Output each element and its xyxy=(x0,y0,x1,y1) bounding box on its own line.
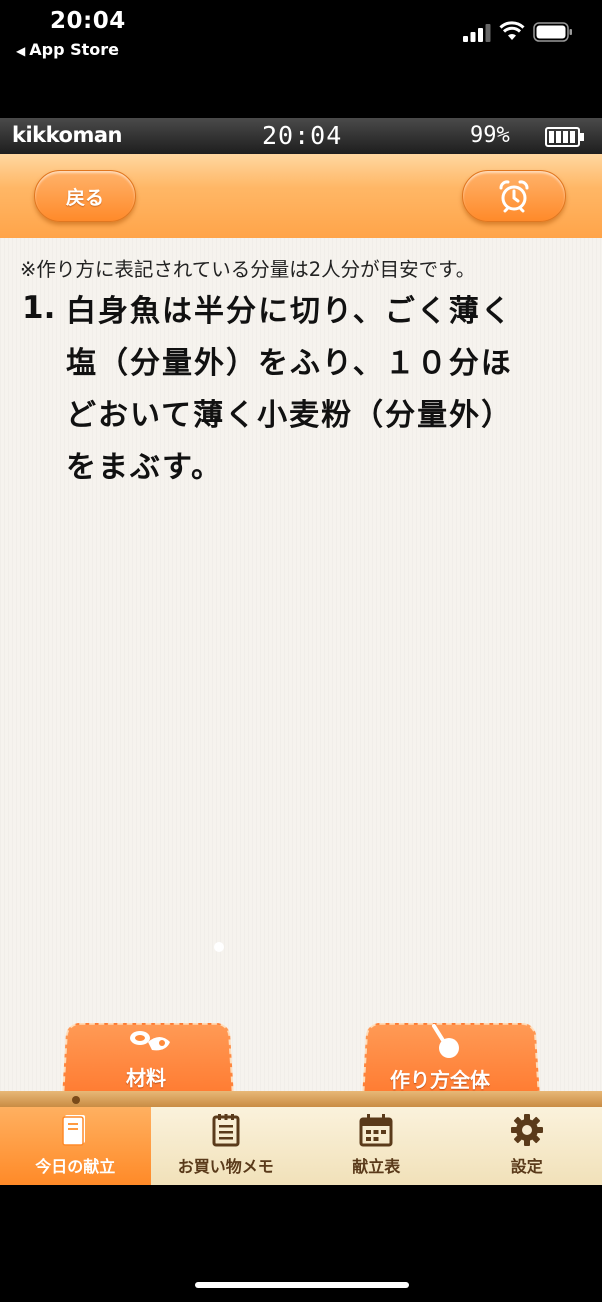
step-line: 白身魚は半分に切り、ごく薄く xyxy=(66,294,513,329)
serving-note: ※作り方に表記されている分量は2人分が目安です。 xyxy=(20,258,476,281)
step-number: 1. xyxy=(22,290,56,326)
notepad-icon xyxy=(212,1114,240,1147)
step-line: 塩（分量外）をふり、１０分ほ xyxy=(66,346,513,381)
nav-item-settings[interactable]: 設定 xyxy=(452,1107,602,1185)
app-header: 戻る xyxy=(0,154,602,238)
gear-icon xyxy=(510,1114,543,1146)
alarm-clock-icon xyxy=(499,180,529,213)
battery-icon xyxy=(533,22,572,42)
step-line: をまぶす。 xyxy=(66,450,223,485)
battery-percentage: 99% xyxy=(470,123,510,148)
step-line: どおいて薄く小麦粉（分量外） xyxy=(66,398,514,433)
wifi-icon xyxy=(499,21,525,40)
all-steps-tab-label: 作り方全体 xyxy=(390,1068,490,1092)
app-device-bar: kikkoman 20:04 99% xyxy=(0,118,602,154)
calendar-icon xyxy=(359,1114,393,1147)
device-time: 20:04 xyxy=(262,121,343,150)
nav-item-menu-table[interactable]: 献立表 xyxy=(301,1107,452,1185)
ingredients-tab-label: 材料 xyxy=(126,1066,166,1090)
nav-item-label: 献立表 xyxy=(352,1157,401,1176)
step-text: 白身魚は半分に切り、ごく薄く 塩（分量外）をふり、１０分ほ どおいて薄く小麦粉（… xyxy=(66,286,556,494)
nav-item-label: 今日の献立 xyxy=(35,1157,116,1176)
ios-status-bar: 20:04 ◀ App Store xyxy=(0,0,602,118)
back-triangle-icon: ◀ xyxy=(16,44,26,58)
brand-logo: kikkoman xyxy=(12,123,122,147)
meat-ingredients-icon xyxy=(130,1031,170,1051)
back-to-app-store-label: App Store xyxy=(29,40,119,59)
wood-divider xyxy=(0,1091,602,1107)
nav-item-label: 設定 xyxy=(510,1157,543,1176)
device-battery-icon xyxy=(545,127,584,147)
recipe-step-content: ※作り方に表記されている分量は2人分が目安です。 1. 白身魚は半分に切り、ごく… xyxy=(0,238,602,1098)
nav-item-label: お買い物メモ xyxy=(177,1157,274,1176)
ios-time: 20:04 xyxy=(50,8,126,34)
back-to-app-store[interactable]: ◀ App Store xyxy=(16,40,119,59)
nav-item-shopping-memo[interactable]: お買い物メモ xyxy=(151,1107,302,1185)
alarm-button[interactable] xyxy=(462,170,566,222)
home-indicator[interactable] xyxy=(195,1282,409,1288)
bottom-navigation: 今日の献立 お買い物メモ 献立表 設定 xyxy=(0,1107,602,1185)
spoon-icon xyxy=(432,1024,459,1058)
nav-item-todays-menu[interactable]: 今日の献立 xyxy=(0,1107,151,1185)
cellular-signal-icon xyxy=(463,24,491,42)
back-button[interactable]: 戻る xyxy=(34,170,136,222)
wood-divider-dot xyxy=(72,1096,80,1104)
page-indicator-dot xyxy=(214,942,224,952)
book-icon xyxy=(62,1115,86,1146)
